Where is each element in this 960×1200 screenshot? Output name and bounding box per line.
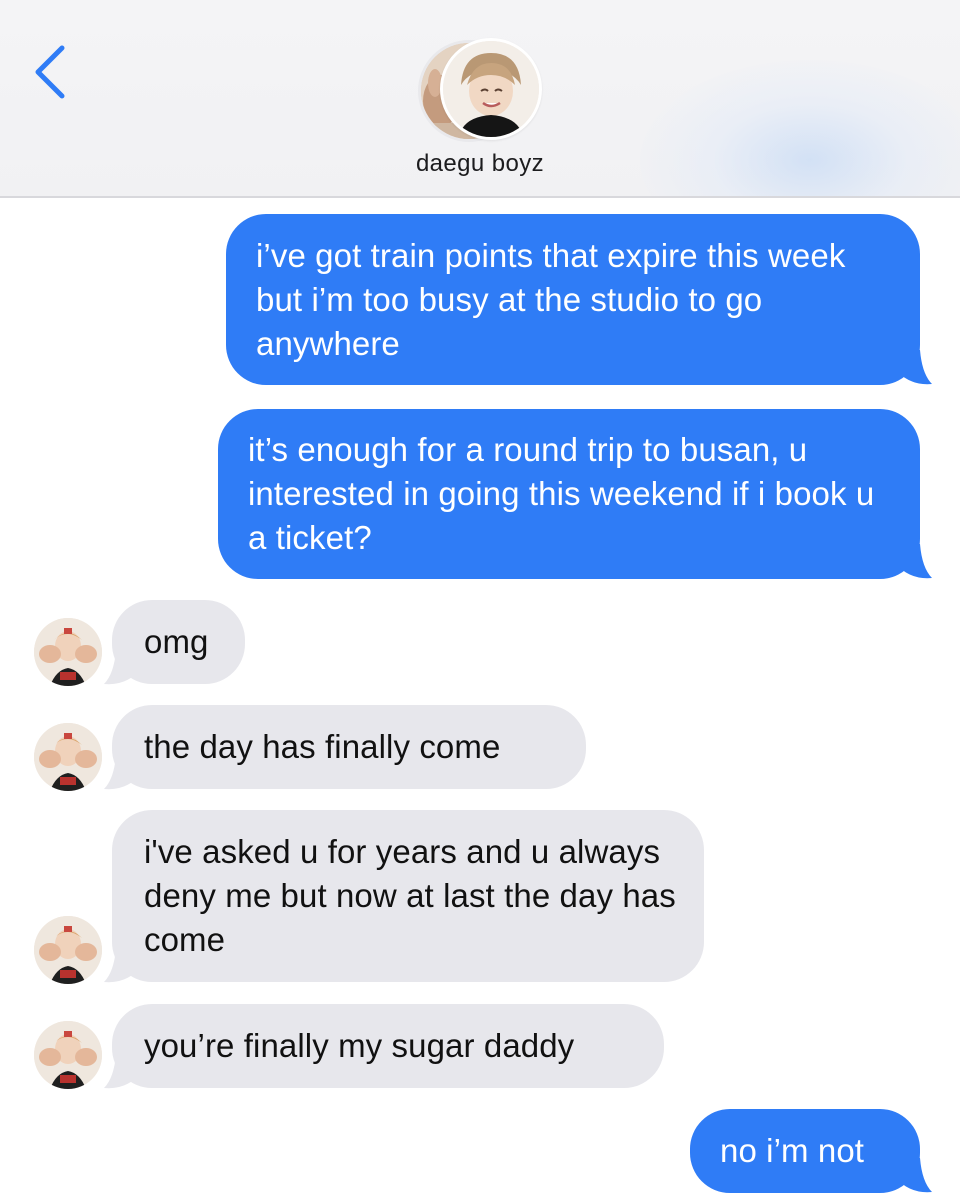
- message-bubble-sent[interactable]: i’ve got train points that expire this w…: [226, 214, 920, 385]
- message-bubble-sent[interactable]: no i’m not: [690, 1109, 920, 1193]
- member-avatar-front: [440, 38, 542, 140]
- conversation-header: daegu boyz: [0, 0, 960, 198]
- bubble-tail: [104, 1054, 140, 1089]
- sender-avatar[interactable]: [34, 1021, 102, 1089]
- sender-avatar[interactable]: [34, 618, 102, 686]
- bubble-tail: [896, 1158, 932, 1193]
- bubble-tail: [104, 650, 140, 685]
- back-button[interactable]: [22, 40, 82, 100]
- sender-avatar[interactable]: [34, 916, 102, 984]
- message-bubble-received[interactable]: you’re finally my sugar daddy: [112, 1004, 664, 1088]
- message-bubble-sent[interactable]: it’s enough for a round trip to busan, u…: [218, 409, 920, 579]
- group-avatar[interactable]: [418, 38, 544, 142]
- message-bubble-received[interactable]: i've asked u for years and u always deny…: [112, 810, 704, 982]
- bubble-tail: [104, 755, 140, 790]
- conversation-title[interactable]: daegu boyz: [0, 150, 960, 178]
- bubble-tail: [896, 544, 932, 579]
- bubble-tail: [104, 948, 140, 983]
- bubble-tail: [896, 350, 932, 385]
- sender-avatar[interactable]: [34, 723, 102, 791]
- message-bubble-received[interactable]: the day has finally come: [112, 705, 586, 789]
- chevron-left-icon: [35, 45, 65, 99]
